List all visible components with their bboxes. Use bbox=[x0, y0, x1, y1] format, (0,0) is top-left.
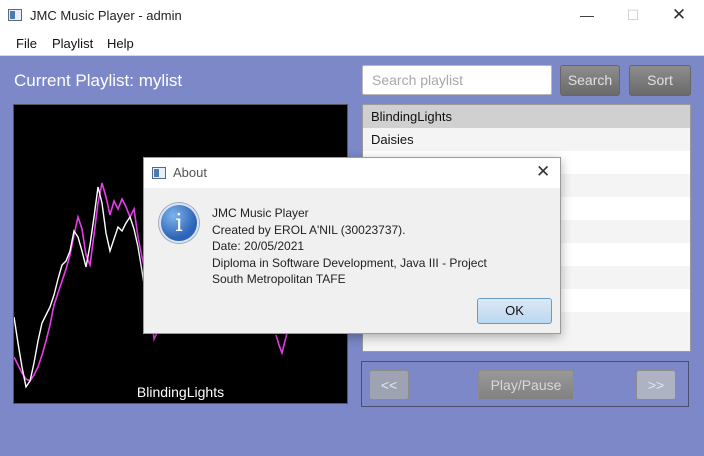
app-window-icon bbox=[8, 9, 22, 21]
author-line: Created by EROL A'NIL (30023737). bbox=[212, 222, 406, 237]
current-playlist-label: Current Playlist: mylist bbox=[14, 71, 183, 90]
dialog-message: JMC Music Player Created by EROL A'NIL (… bbox=[212, 205, 487, 288]
menu-playlist[interactable]: Playlist bbox=[52, 36, 93, 51]
dialog-title: About bbox=[173, 165, 207, 180]
sort-button[interactable]: Sort bbox=[629, 65, 691, 96]
search-input[interactable] bbox=[362, 65, 552, 95]
ok-button[interactable]: OK bbox=[477, 298, 552, 324]
date-line: Date: 20/05/2021 bbox=[212, 239, 305, 253]
play-pause-button[interactable]: Play/Pause bbox=[478, 370, 574, 400]
course-line: Diploma in Software Development, Java II… bbox=[212, 255, 487, 270]
menu-file[interactable]: File bbox=[16, 36, 37, 51]
playback-controls: << Play/Pause >> bbox=[361, 361, 689, 407]
close-window-button[interactable]: ✕ bbox=[656, 0, 702, 32]
maximize-button[interactable]: ☐ bbox=[610, 0, 656, 32]
about-dialog: About ✕ i JMC Music Player Created by ER… bbox=[143, 157, 561, 334]
dialog-close-button[interactable]: ✕ bbox=[536, 162, 550, 182]
title-bar: JMC Music Player - admin — ☐ ✕ bbox=[0, 0, 704, 32]
info-icon: i bbox=[159, 203, 199, 243]
playlist-item[interactable]: Daisies bbox=[363, 128, 690, 151]
minimize-button[interactable]: — bbox=[564, 0, 610, 32]
menu-help[interactable]: Help bbox=[107, 36, 134, 51]
institution-line: South Metropolitan TAFE bbox=[212, 272, 346, 286]
dialog-title-bar: About ✕ bbox=[144, 158, 560, 188]
playlist-item[interactable]: BlindingLights bbox=[363, 105, 690, 128]
search-button[interactable]: Search bbox=[560, 65, 620, 96]
menu-bar: File Playlist Help bbox=[0, 32, 704, 56]
dialog-window-icon bbox=[152, 167, 166, 179]
previous-track-button[interactable]: << bbox=[369, 370, 409, 400]
app-name-line: JMC Music Player bbox=[212, 206, 309, 220]
next-track-button[interactable]: >> bbox=[636, 370, 676, 400]
now-playing-title: BlindingLights bbox=[136, 384, 225, 400]
window-title: JMC Music Player - admin bbox=[30, 8, 182, 23]
